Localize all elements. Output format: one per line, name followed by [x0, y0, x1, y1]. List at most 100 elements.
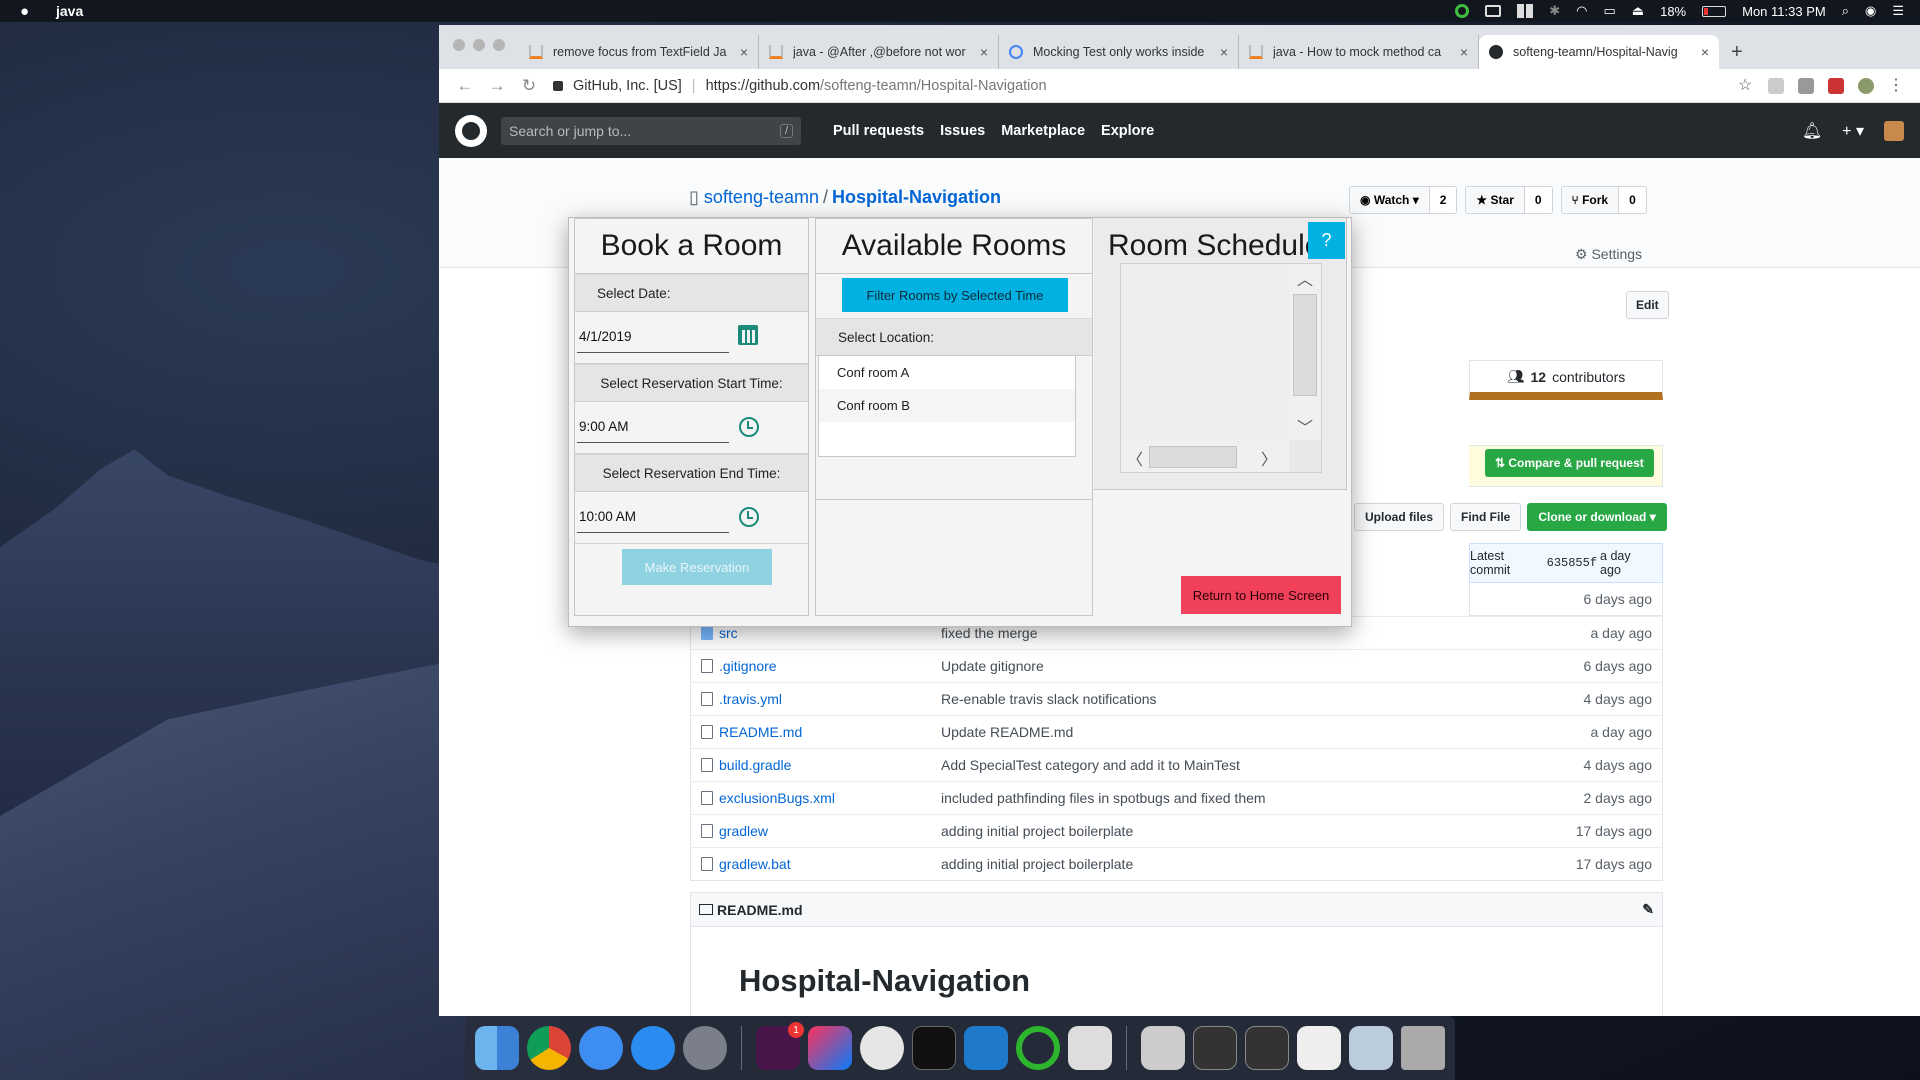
hand-tool-icon[interactable] [860, 1026, 904, 1070]
file-name-link[interactable]: .travis.yml [719, 691, 941, 707]
star-count[interactable]: 0 [1525, 187, 1552, 213]
commit-message-link[interactable]: Add SpecialTest category and add it to M… [941, 757, 1584, 773]
return-home-button[interactable]: Return to Home Screen [1181, 576, 1341, 614]
nav-pull-requests[interactable]: Pull requests [833, 123, 924, 139]
clock[interactable]: Mon 11:33 PM [1742, 4, 1826, 19]
clone-download-button[interactable]: Clone or download ▾ [1527, 503, 1667, 531]
finder-icon[interactable] [475, 1026, 519, 1070]
clock-icon[interactable] [739, 417, 759, 437]
vscode-icon[interactable] [964, 1026, 1008, 1070]
nav-explore[interactable]: Explore [1101, 123, 1154, 139]
make-reservation-button[interactable]: Make Reservation [622, 549, 772, 585]
scroll-down-icon[interactable]: ﹀ [1297, 414, 1313, 438]
horizontal-scroll-thumb[interactable] [1149, 446, 1237, 468]
close-tab-icon[interactable]: × [740, 44, 748, 60]
back-icon[interactable]: ← [449, 76, 481, 96]
commit-hash-link[interactable]: 635855f [1547, 556, 1597, 570]
chrome-icon[interactable] [527, 1026, 571, 1070]
bluetooth-icon[interactable]: ✱ [1549, 3, 1560, 19]
scroll-up-icon[interactable]: ︿ [1297, 266, 1313, 290]
notification-bell-icon[interactable]: 🔔︎ [1802, 121, 1822, 141]
file-name-link[interactable]: gradlew.bat [719, 856, 941, 872]
apple-icon[interactable]: ● [20, 3, 36, 20]
calendar-icon[interactable] [738, 325, 758, 345]
close-window-button[interactable] [453, 39, 465, 51]
launchpad-icon[interactable] [683, 1026, 727, 1070]
notification-center-icon[interactable]: ☰ [1892, 3, 1904, 19]
address-bar[interactable]: GitHub, Inc. [US] | https://github.com/s… [553, 78, 1738, 94]
commit-message-link[interactable]: included pathfinding files in spotbugs a… [941, 790, 1584, 806]
help-button[interactable]: ? [1308, 222, 1345, 259]
window-preview-icon[interactable] [1193, 1026, 1237, 1070]
commit-message-link[interactable]: adding initial project boilerplate [941, 823, 1576, 839]
clock-icon[interactable] [739, 507, 759, 527]
menu-kebab-icon[interactable]: ⋮ [1888, 77, 1904, 94]
pencil-icon[interactable]: ✎ [1642, 901, 1654, 918]
new-tab-button[interactable]: + [1719, 35, 1755, 69]
compare-pull-request-button[interactable]: ⇅ Compare & pull request [1485, 449, 1654, 477]
extension-icon[interactable] [1768, 77, 1784, 94]
commit-message-link[interactable]: fixed the merge [941, 625, 1591, 641]
commit-message-link[interactable]: Update gitignore [941, 658, 1584, 674]
terminal-icon[interactable] [912, 1026, 956, 1070]
browser-tab[interactable]: java - How to mock method ca × [1239, 35, 1479, 69]
flag-icon[interactable]: ▭ [1604, 3, 1616, 19]
list-item[interactable]: Conf room B [819, 389, 1075, 422]
reload-icon[interactable]: ↻ [513, 76, 545, 96]
end-time-picker[interactable]: 10:00 AM [575, 492, 808, 544]
extension-icon[interactable] [1798, 77, 1814, 94]
location-list[interactable]: Conf room A Conf room B [818, 355, 1076, 457]
file-name-link[interactable]: README.md [719, 724, 941, 740]
vertical-scroll-thumb[interactable] [1293, 294, 1317, 396]
star-button[interactable]: ★ Star 0 [1465, 186, 1553, 214]
file-name-link[interactable]: .gitignore [719, 658, 941, 674]
close-tab-icon[interactable]: × [1701, 44, 1709, 60]
browser-tab[interactable]: Mocking Test only works inside × [999, 35, 1239, 69]
close-tab-icon[interactable]: × [980, 44, 988, 60]
watch-button[interactable]: ◉ Watch ▾ 2 [1349, 186, 1458, 214]
jar-file-icon[interactable] [1141, 1026, 1185, 1070]
find-file-button[interactable]: Find File [1450, 503, 1522, 531]
java-coffee-icon[interactable] [1068, 1026, 1112, 1070]
intellij-icon[interactable] [808, 1026, 852, 1070]
forward-icon[interactable]: → [481, 76, 513, 96]
file-name-link[interactable]: src [719, 625, 941, 641]
github-logo-icon[interactable] [455, 114, 487, 147]
scroll-right-icon[interactable]: 〉 [1261, 446, 1277, 470]
spotlight-icon[interactable]: ⌕ [1842, 3, 1849, 19]
window-manager-icon[interactable] [1517, 4, 1534, 18]
bookmark-star-icon[interactable]: ☆ [1738, 77, 1754, 94]
tab-settings[interactable]: ⚙ Settings [1575, 246, 1642, 263]
vertical-scrollbar[interactable]: ︿ ﹀ [1289, 264, 1321, 440]
fork-button[interactable]: ⑂ Fork 0 [1560, 186, 1647, 214]
end-time-value[interactable]: 10:00 AM [579, 509, 636, 524]
zoom-window-button[interactable] [493, 39, 505, 51]
create-new-icon[interactable]: + ▾ [1842, 121, 1864, 141]
start-time-value[interactable]: 9:00 AM [579, 419, 629, 434]
browser-tab[interactable]: java - @After ,@before not wor × [759, 35, 999, 69]
sync-app-icon[interactable] [1016, 1026, 1060, 1070]
edit-description-button[interactable]: Edit [1626, 291, 1669, 319]
battery-percent[interactable]: 18% [1660, 4, 1686, 19]
browser-tab[interactable]: remove focus from TextField Ja × [519, 35, 759, 69]
close-tab-icon[interactable]: × [1220, 44, 1228, 60]
app-store-icon[interactable] [631, 1026, 675, 1070]
file-name-link[interactable]: build.gradle [719, 757, 941, 773]
schedule-view[interactable]: ︿ ﹀ 〈 〉 [1120, 263, 1322, 473]
window-preview-icon[interactable] [1297, 1026, 1341, 1070]
repo-name-link[interactable]: Hospital-Navigation [832, 187, 1001, 207]
repo-owner-link[interactable]: softeng-teamn [704, 187, 819, 207]
extension-icon[interactable] [1828, 77, 1844, 94]
file-name-link[interactable]: gradlew [719, 823, 941, 839]
start-time-picker[interactable]: 9:00 AM [575, 402, 808, 454]
minimize-window-button[interactable] [473, 39, 485, 51]
slack-icon[interactable]: 1 [756, 1022, 804, 1070]
date-value[interactable]: 4/1/2019 [579, 329, 632, 344]
user-avatar[interactable] [1884, 120, 1904, 141]
window-preview-icon[interactable] [1349, 1026, 1393, 1070]
profile-avatar-icon[interactable] [1858, 77, 1874, 94]
close-tab-icon[interactable]: × [1460, 44, 1468, 60]
file-name-link[interactable]: exclusionBugs.xml [719, 790, 941, 806]
horizontal-scrollbar[interactable]: 〈 〉 [1121, 440, 1289, 472]
trash-icon[interactable] [1401, 1026, 1445, 1070]
